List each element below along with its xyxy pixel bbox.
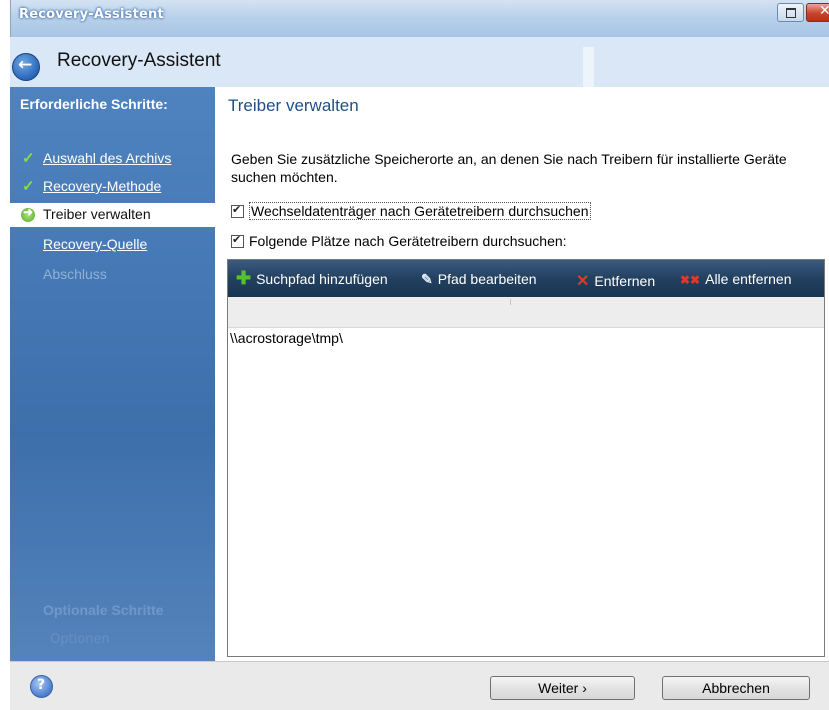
step-label: Recovery-Methode [43, 178, 162, 194]
edit-path-button[interactable]: ✎ Pfad bearbeiten [421, 271, 537, 288]
search-paths-list[interactable]: ✚ Suchpfad hinzufügen ✎ Pfad bearbeiten ✕ E… [227, 259, 825, 657]
step-label: Recovery-Quelle [43, 236, 148, 252]
check-icon: ✔ [232, 234, 242, 246]
checkbox-label: Folgende Plätze nach Gerätetreibern durc… [249, 233, 567, 249]
checkbox-label: Wechseldatenträger nach Gerätetreibern d… [249, 202, 591, 220]
checkmark-icon: ✓ [22, 178, 35, 195]
remove-x-icon: ✕ [576, 273, 590, 290]
add-search-path-button[interactable]: ✚ Suchpfad hinzufügen [236, 268, 388, 288]
step-label: Treiber verwalten [43, 206, 151, 222]
step-finish: Abschluss [10, 263, 215, 287]
step-manage-drivers[interactable]: ➜ Treiber verwalten [10, 203, 215, 227]
close-icon: ✕ [819, 3, 829, 19]
step-options: Optionen [50, 632, 110, 647]
window-title-bar: Recovery-Assistent ✕ [10, 0, 829, 37]
button-label: Pfad bearbeiten [437, 271, 537, 287]
step-label: Abschluss [43, 266, 107, 282]
step-archive-selection[interactable]: ✓ Auswahl des Archivs [10, 147, 215, 171]
back-button[interactable]: ← [12, 53, 40, 81]
back-arrow-icon: ← [18, 55, 33, 75]
window-title: Recovery-Assistent [19, 7, 164, 22]
check-icon: ✔ [232, 204, 242, 216]
wizard-footer: ? Weiter › Abbrechen [10, 661, 829, 710]
checkmark-icon: ✓ [22, 150, 35, 167]
wizard-title: Recovery-Assistent [57, 50, 221, 71]
cancel-button[interactable]: Abbrechen [662, 676, 810, 700]
step-recovery-method[interactable]: ✓ Recovery-Methode [10, 175, 215, 199]
page-title: Treiber verwalten [228, 96, 359, 115]
remove-all-button[interactable]: ✖✖ Alle entfernen [680, 271, 792, 287]
paths-toolbar: ✚ Suchpfad hinzufügen ✎ Pfad bearbeiten ✕ E… [228, 260, 824, 297]
button-label: Alle entfernen [705, 271, 792, 287]
optional-steps-heading: Optionale Schritte [43, 602, 164, 618]
column-separator [510, 299, 511, 305]
edit-pencil-icon: ✎ [421, 271, 433, 287]
remove-all-icon: ✖✖ [680, 273, 701, 287]
description-text: Geben Sie zusätzliche Speicherorte an, a… [231, 151, 787, 185]
step-label: Auswahl des Archivs [43, 150, 172, 166]
button-label: Abbrechen [702, 680, 770, 696]
step-recovery-source[interactable]: Recovery-Quelle [10, 233, 215, 257]
button-label: Suchpfad hinzufügen [256, 271, 388, 287]
steps-sidebar: Erforderliche Schritte: ✓ Auswahl des Ar… [10, 87, 215, 661]
current-step-arrow-icon: ➜ [21, 205, 35, 222]
plus-icon: ✚ [236, 268, 252, 288]
question-mark-icon: ? [37, 677, 46, 693]
button-label: Entfernen [594, 273, 656, 289]
button-label: Weiter [538, 680, 579, 696]
checkbox-box[interactable]: ✔ [231, 204, 244, 218]
remove-button[interactable]: ✕ Entfernen [576, 271, 655, 291]
restore-icon [786, 8, 796, 18]
wizard-header: ← Recovery-Assistent [10, 37, 829, 87]
list-item[interactable]: \\acrostorage\tmp\ [230, 330, 343, 346]
required-steps-heading: Erforderliche Schritte: [20, 96, 168, 112]
next-button[interactable]: Weiter › [490, 676, 635, 700]
close-button[interactable]: ✕ [806, 3, 829, 22]
help-button[interactable]: ? [30, 675, 53, 698]
checkbox-box[interactable]: ✔ [231, 234, 244, 248]
list-column-header [228, 297, 824, 328]
restore-button[interactable] [777, 3, 804, 22]
header-divider [583, 47, 594, 87]
